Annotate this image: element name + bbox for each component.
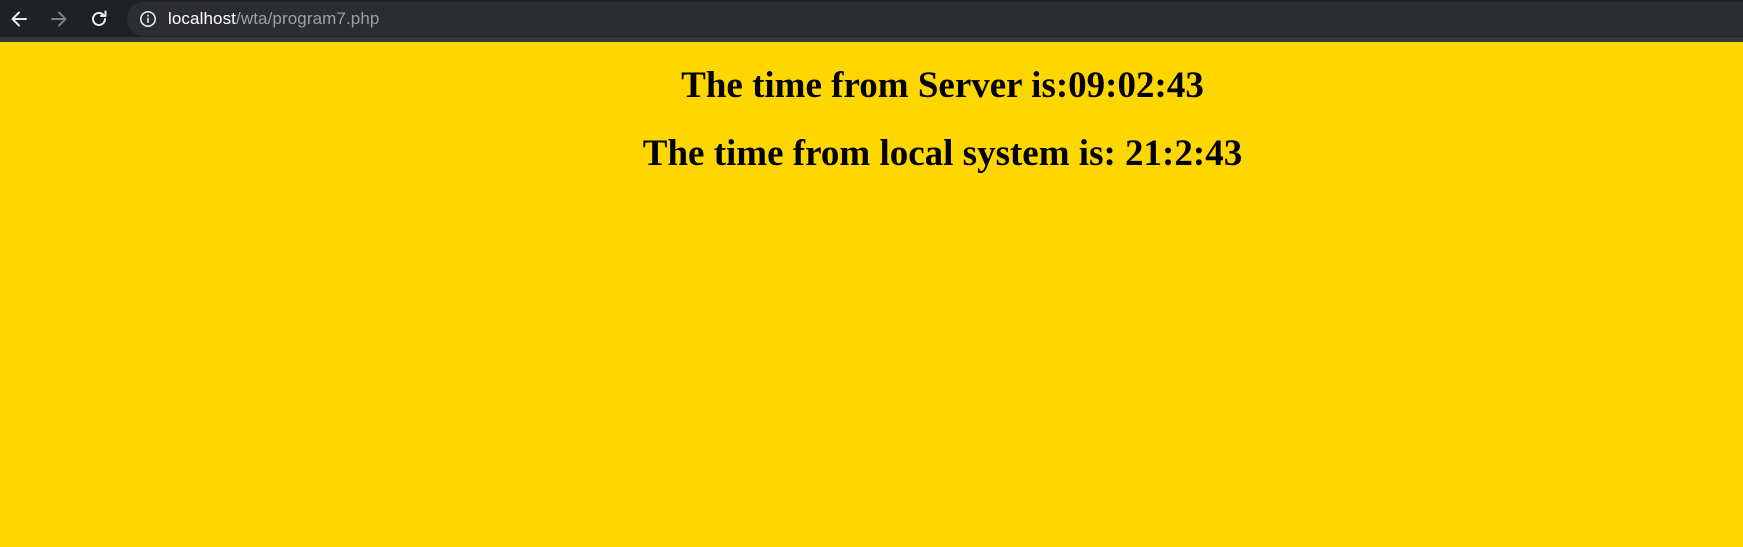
reload-icon <box>89 9 109 29</box>
reload-button[interactable] <box>83 3 115 35</box>
url-host: localhost <box>168 9 236 28</box>
url-text[interactable]: localhost/wta/program7.php <box>168 9 379 29</box>
url-path: /wta/program7.php <box>236 9 380 28</box>
arrow-right-icon <box>49 9 69 29</box>
info-icon[interactable] <box>139 10 157 28</box>
forward-button[interactable] <box>43 3 75 35</box>
page-content: The time from Server is:09:02:43 The tim… <box>0 42 1743 547</box>
back-button[interactable] <box>3 3 35 35</box>
server-time-heading: The time from Server is:09:02:43 <box>681 65 1204 106</box>
local-time-heading: The time from local system is: 21:2:43 <box>642 133 1243 174</box>
arrow-left-icon <box>9 9 29 29</box>
browser-toolbar: localhost/wta/program7.php <box>0 0 1743 42</box>
address-bar[interactable]: localhost/wta/program7.php <box>127 2 1743 36</box>
